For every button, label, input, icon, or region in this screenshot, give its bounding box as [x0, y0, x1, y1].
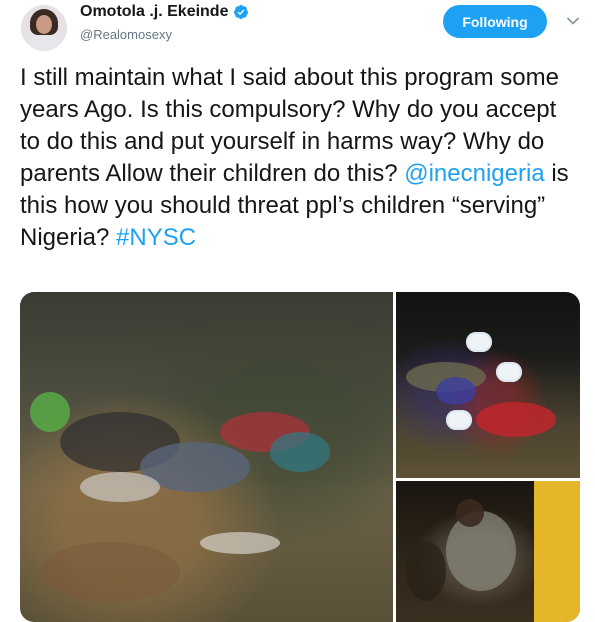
photo-people-lying-at-night[interactable] — [396, 292, 580, 478]
blur-emoji-icon — [446, 410, 472, 430]
mention-link[interactable]: @inecnigeria — [404, 160, 544, 187]
avatar-face — [36, 15, 52, 34]
display-name[interactable]: Omotola .j. Ekeinde — [80, 3, 228, 21]
photo-people-sleeping-on-ground[interactable] — [20, 292, 393, 622]
verified-badge-icon — [234, 5, 249, 19]
avatar[interactable] — [21, 5, 67, 51]
user-handle[interactable]: @Realomosexy — [80, 27, 172, 42]
name-row: Omotola .j. Ekeinde — [80, 3, 249, 21]
avatar-body — [27, 35, 61, 51]
blur-emoji-icon — [466, 332, 492, 352]
following-button[interactable]: Following — [443, 5, 547, 38]
photo-person-in-bus[interactable] — [396, 481, 580, 622]
media-grid — [20, 292, 580, 622]
hashtag-link[interactable]: #NYSC — [116, 224, 196, 251]
tweet-text: I still maintain what I said about this … — [20, 62, 580, 254]
chevron-down-icon[interactable] — [566, 14, 580, 28]
blur-emoji-icon — [496, 362, 522, 382]
